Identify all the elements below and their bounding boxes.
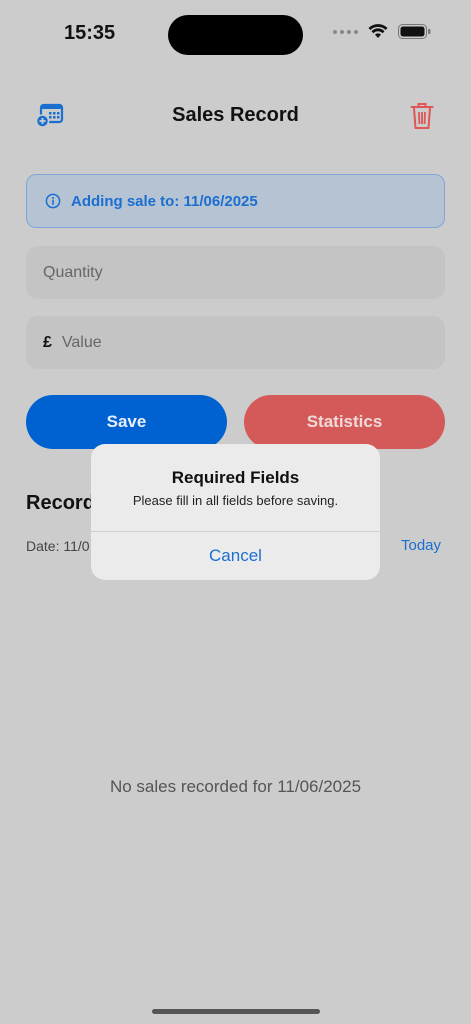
value-input[interactable]: £ Value [26, 316, 445, 369]
status-time: 15:35 [64, 22, 116, 44]
save-button[interactable]: Save [26, 395, 227, 449]
date-label: Date: 11/0 [26, 538, 90, 554]
page-title: Sales Record [172, 104, 299, 126]
home-indicator[interactable] [152, 1009, 320, 1014]
wifi-icon [368, 24, 388, 38]
statistics-button[interactable]: Statistics [244, 395, 445, 449]
required-fields-alert: Required Fields Please fill in all field… [91, 444, 380, 580]
empty-message: No sales recorded for 11/06/2025 [109, 777, 362, 796]
status-icons [333, 24, 431, 39]
quantity-input[interactable]: Quantity [26, 246, 445, 299]
info-banner: Adding sale to: 11/06/2025 [26, 174, 445, 228]
trash-icon[interactable] [410, 102, 434, 130]
alert-message: Please fill in all fields before saving. [132, 493, 339, 508]
records-title: Record [26, 492, 95, 514]
alert-title: Required Fields [171, 468, 300, 487]
banner-text: Adding sale to: 11/06/2025 [71, 192, 258, 210]
signal-dots-icon [333, 29, 358, 34]
today-link[interactable]: Today [401, 537, 441, 554]
info-icon [45, 193, 61, 209]
value-placeholder: Value [61, 333, 102, 351]
alert-cancel-button[interactable]: Cancel [91, 532, 380, 580]
battery-icon [398, 24, 431, 39]
dynamic-island [168, 15, 303, 55]
currency-symbol: £ [43, 333, 52, 351]
quantity-placeholder: Quantity [43, 263, 103, 281]
